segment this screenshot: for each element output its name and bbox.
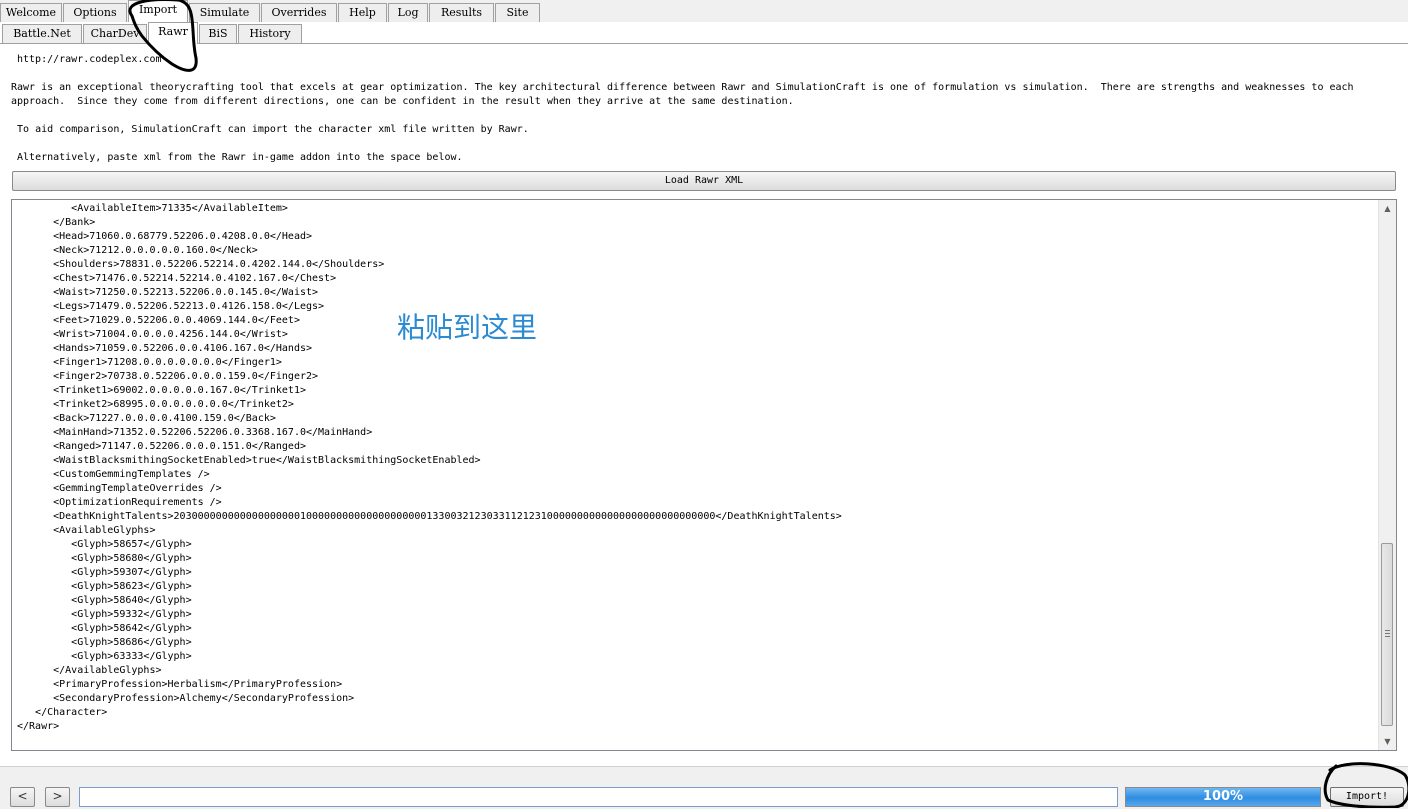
tab-simulate[interactable]: Simulate	[189, 3, 260, 22]
tab-help[interactable]: Help	[338, 3, 387, 22]
tab-bis[interactable]: BiS	[199, 24, 237, 43]
xml-line: </Rawr>	[17, 721, 60, 732]
xml-line: <Finger2>70738.0.52206.0.0.0.159.0</Fing…	[17, 371, 319, 382]
xml-line: <Glyph>58686</Glyph>	[17, 637, 192, 648]
xml-line: <Wrist>71004.0.0.0.0.4256.144.0</Wrist>	[17, 329, 288, 340]
tab-overrides[interactable]: Overrides	[261, 3, 337, 22]
xml-line: <Hands>71059.0.52206.0.0.4106.167.0</Han…	[17, 343, 313, 354]
xml-line: <Glyph>58680</Glyph>	[17, 553, 192, 564]
progress-bar: 100%	[1125, 787, 1321, 807]
xml-line: <Finger1>71208.0.0.0.0.0.0.0</Finger1>	[17, 357, 282, 368]
scroll-thumb[interactable]	[1381, 543, 1393, 726]
bottom-toolbar: < > 100% Import!	[0, 766, 1408, 809]
rawr-description-line1: Rawr is an exceptional theorycrafting to…	[11, 82, 1354, 93]
xml-line: <Waist>71250.0.52213.52206.0.0.145.0</Wa…	[17, 287, 319, 298]
import-sub-tab-bar: Battle.Net CharDev Rawr BiS History	[0, 22, 1408, 44]
scroll-grip-icon	[1385, 630, 1390, 638]
scroll-down-arrow-icon[interactable]: ▼	[1379, 733, 1396, 750]
import-button[interactable]: Import!	[1330, 787, 1404, 807]
xml-line: <Glyph>58640</Glyph>	[17, 595, 192, 606]
xml-line: <OptimizationRequirements />	[17, 497, 222, 508]
xml-line: <CustomGemmingTemplates />	[17, 469, 210, 480]
xml-line: <Glyph>59307</Glyph>	[17, 567, 192, 578]
xml-line: <AvailableItem>71335</AvailableItem>	[17, 203, 288, 214]
paste-here-annotation: 粘贴到这里	[397, 311, 538, 344]
xml-line: <SecondaryProfession>Alchemy</SecondaryP…	[17, 693, 355, 704]
paste-instruction: Alternatively, paste xml from the Rawr i…	[11, 152, 463, 163]
command-input[interactable]	[79, 787, 1118, 807]
xml-line: <MainHand>71352.0.52206.52206.0.3368.167…	[17, 427, 373, 438]
xml-line: <WaistBlacksmithingSocketEnabled>true</W…	[17, 455, 481, 466]
xml-line: <Trinket2>68995.0.0.0.0.0.0.0</Trinket2>	[17, 399, 294, 410]
xml-line: <Glyph>63333</Glyph>	[17, 651, 192, 662]
rawr-url-link[interactable]: http://rawr.codeplex.com	[17, 54, 162, 65]
load-rawr-xml-button[interactable]: Load Rawr XML	[12, 171, 1396, 191]
comparison-note: To aid comparison, SimulationCraft can i…	[11, 124, 529, 135]
scroll-up-arrow-icon[interactable]: ▲	[1379, 200, 1396, 217]
xml-line: <Glyph>58642</Glyph>	[17, 623, 192, 634]
xml-line: <Back>71227.0.0.0.0.4100.159.0</Back>	[17, 413, 276, 424]
tab-battle-net[interactable]: Battle.Net	[2, 24, 82, 43]
tab-log[interactable]: Log	[388, 3, 428, 22]
xml-paste-textarea[interactable]: <AvailableItem>71335</AvailableItem> </B…	[11, 199, 1397, 751]
xml-line: <Glyph>58657</Glyph>	[17, 539, 192, 550]
xml-line: <Neck>71212.0.0.0.0.0.160.0</Neck>	[17, 245, 258, 256]
xml-line: <Head>71060.0.68779.52206.0.4208.0.0</He…	[17, 231, 313, 242]
xml-line: <Feet>71029.0.52206.0.0.4069.144.0</Feet…	[17, 315, 300, 326]
xml-line: <Ranged>71147.0.52206.0.0.0.151.0</Range…	[17, 441, 306, 452]
xml-line: </Bank>	[17, 217, 96, 228]
back-button[interactable]: <	[10, 787, 35, 807]
main-tab-bar: Welcome Options Import Simulate Override…	[0, 0, 1408, 23]
tab-results[interactable]: Results	[429, 3, 494, 22]
editor-vertical-scrollbar[interactable]: ▲ ▼	[1378, 200, 1396, 750]
xml-line: </Character>	[17, 707, 108, 718]
tab-welcome[interactable]: Welcome	[0, 3, 62, 22]
forward-button[interactable]: >	[45, 787, 70, 807]
xml-line: </AvailableGlyphs>	[17, 665, 162, 676]
xml-content: <AvailableItem>71335</AvailableItem> </B…	[17, 202, 1377, 734]
xml-line: <DeathKnightTalents>20300000000000000000…	[17, 511, 842, 522]
xml-line: <PrimaryProfession>Herbalism</PrimaryPro…	[17, 679, 343, 690]
tab-site[interactable]: Site	[495, 3, 540, 22]
xml-line: <Shoulders>78831.0.52206.52214.0.4202.14…	[17, 259, 385, 270]
tab-import[interactable]: Import	[128, 0, 188, 22]
tab-history[interactable]: History	[238, 24, 302, 43]
xml-line: <Legs>71479.0.52206.52213.0.4126.158.0</…	[17, 301, 325, 312]
xml-line: <Trinket1>69002.0.0.0.0.0.167.0</Trinket…	[17, 385, 306, 396]
xml-line: <Chest>71476.0.52214.52214.0.4102.167.0<…	[17, 273, 337, 284]
xml-line: <Glyph>58623</Glyph>	[17, 581, 192, 592]
tab-rawr[interactable]: Rawr	[148, 22, 198, 44]
tab-options[interactable]: Options	[63, 3, 127, 22]
rawr-description-line2: approach. Since they come from different…	[11, 96, 794, 107]
xml-line: <AvailableGlyphs>	[17, 525, 156, 536]
xml-line: <Glyph>59332</Glyph>	[17, 609, 192, 620]
tab-chardev[interactable]: CharDev	[83, 24, 147, 43]
xml-line: <GemmingTemplateOverrides />	[17, 483, 222, 494]
